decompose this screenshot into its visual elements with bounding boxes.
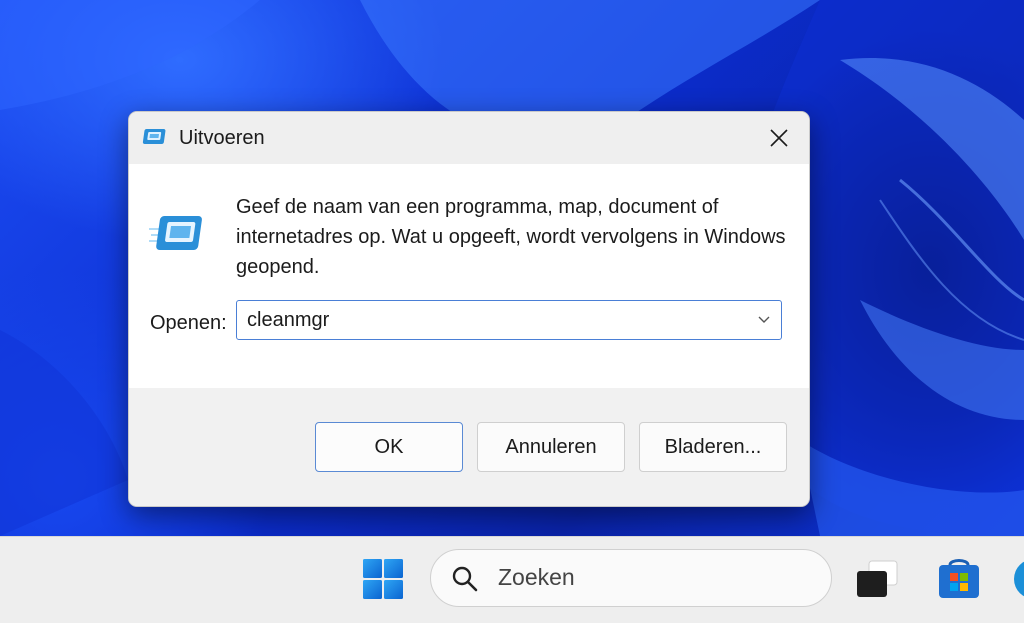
start-button[interactable] <box>361 557 405 601</box>
browse-button[interactable]: Bladeren... <box>639 422 787 472</box>
open-label: Openen: <box>150 312 227 334</box>
dialog-footer: OK Annuleren Bladeren... <box>129 388 809 506</box>
close-button[interactable] <box>749 112 809 164</box>
run-icon <box>142 129 166 144</box>
task-view-button[interactable] <box>855 559 901 599</box>
microsoft-store-icon <box>939 559 979 598</box>
chevron-down-icon <box>758 316 770 323</box>
dialog-body: Geef de naam van een programma, map, doc… <box>129 164 809 388</box>
search-icon <box>452 566 478 592</box>
ok-button[interactable]: OK <box>315 422 463 472</box>
task-view-icon <box>857 560 898 597</box>
dialog-titlebar[interactable]: Uitvoeren <box>129 112 809 164</box>
edge-button[interactable] <box>1012 557 1024 601</box>
taskbar-search[interactable]: Zoeken <box>430 549 832 607</box>
microsoft-store-button[interactable] <box>936 555 982 601</box>
run-dialog: Uitvoeren Geef de naam van een programma… <box>128 111 810 507</box>
taskbar: Zoeken <box>0 536 1024 623</box>
open-input[interactable]: cleanmgr <box>247 309 329 332</box>
close-icon <box>770 129 788 147</box>
search-placeholder: Zoeken <box>498 564 575 590</box>
dialog-title: Uitvoeren <box>179 127 265 149</box>
run-program-icon <box>149 216 202 250</box>
dropdown-button[interactable] <box>753 309 775 331</box>
edge-icon <box>1014 561 1024 597</box>
dialog-description: Geef de naam van een programma, map, doc… <box>236 196 786 278</box>
cancel-button[interactable]: Annuleren <box>477 422 625 472</box>
windows-start-icon <box>363 559 403 599</box>
open-combobox[interactable]: cleanmgr <box>236 300 782 340</box>
